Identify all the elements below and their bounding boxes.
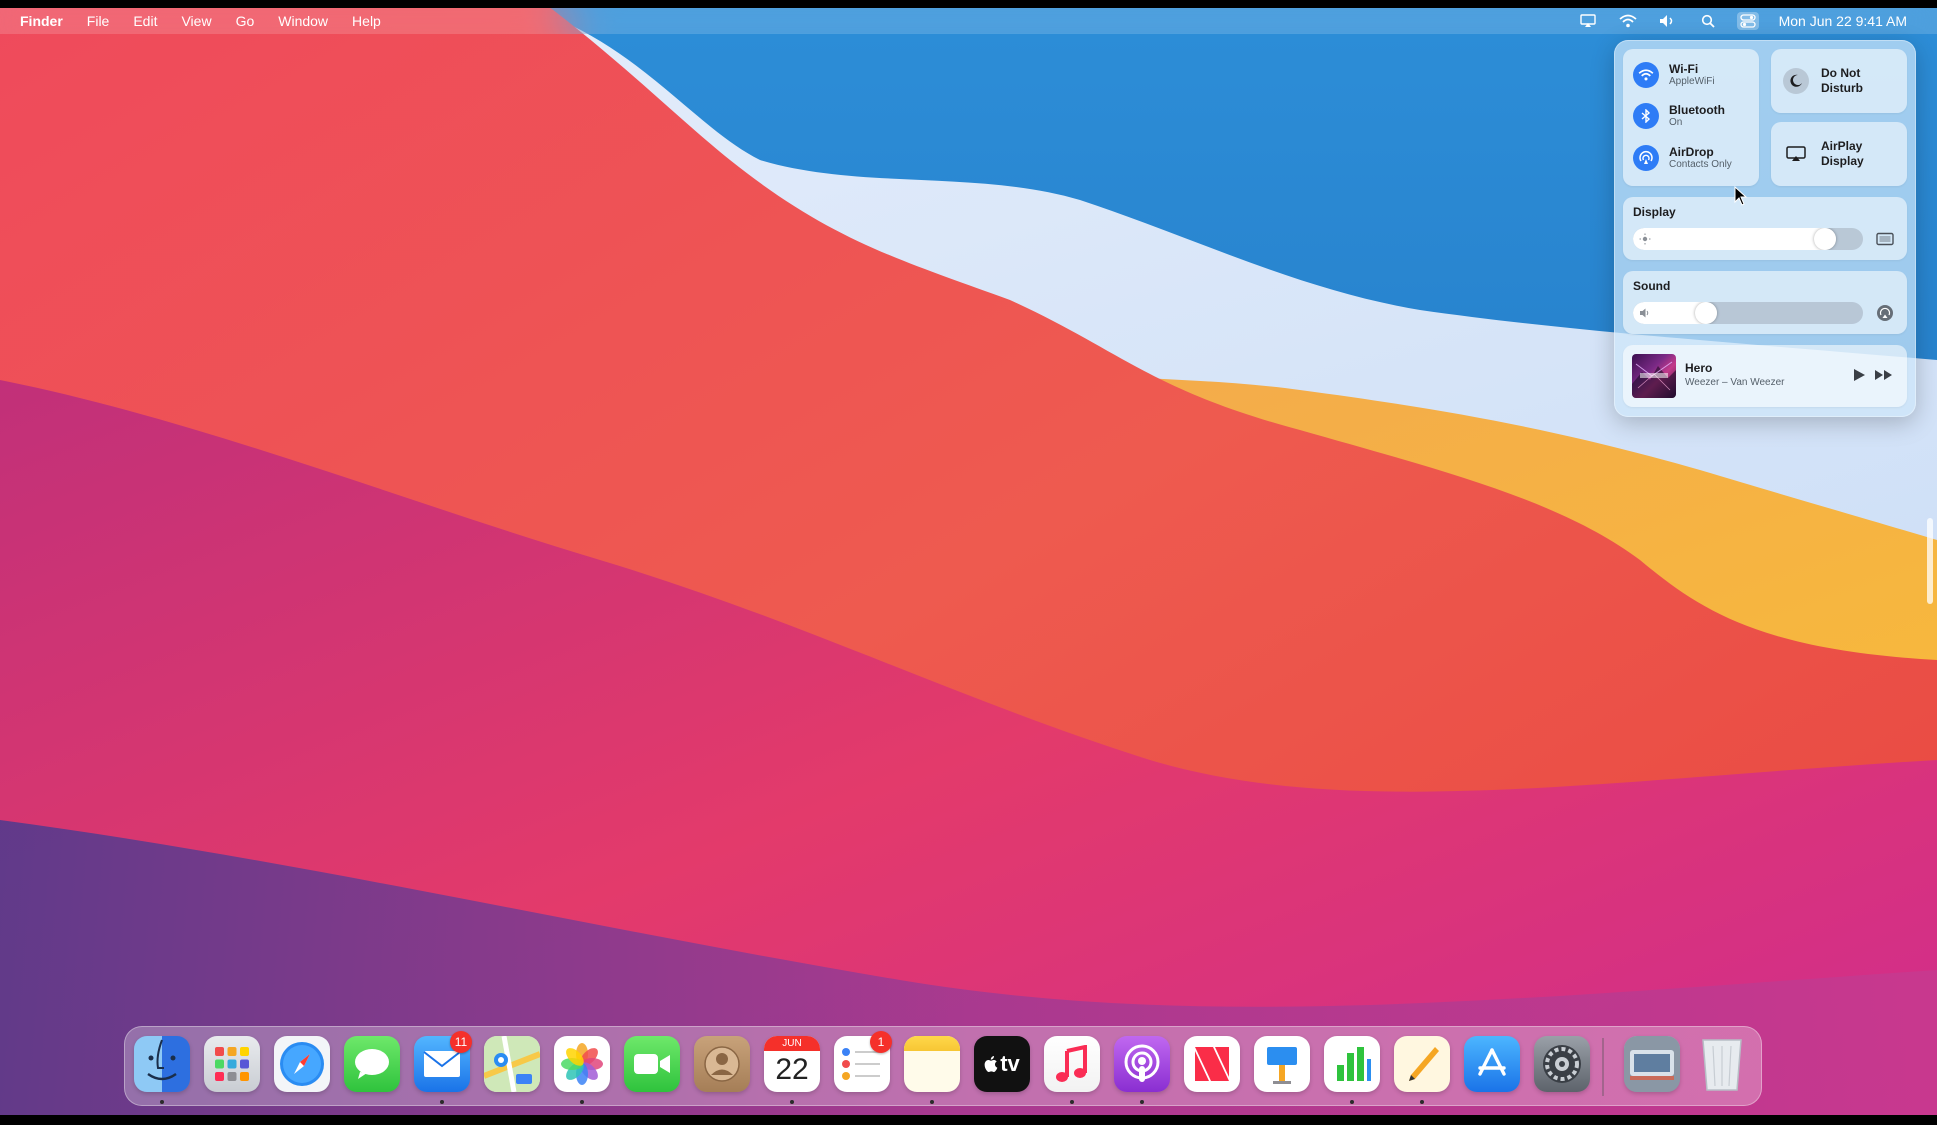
- screen-bottom-edge: [0, 1115, 1937, 1125]
- mail-badge: 11: [450, 1031, 472, 1053]
- dock-divider: [1602, 1038, 1604, 1096]
- running-indicator-podcasts: [1140, 1100, 1144, 1104]
- system-preferences-icon[interactable]: [1534, 1036, 1590, 1092]
- control-center-icon[interactable]: [1736, 12, 1759, 30]
- running-indicator-calendar: [790, 1100, 794, 1104]
- wifi-toggle[interactable]: Wi-Fi AppleWiFi: [1633, 62, 1715, 88]
- play-icon[interactable]: [1851, 367, 1867, 383]
- display-title: Display: [1633, 205, 1676, 219]
- display-tile: Display: [1623, 197, 1907, 260]
- safari-icon[interactable]: [274, 1036, 330, 1092]
- apple-logo-icon: [984, 1056, 998, 1072]
- sound-title: Sound: [1633, 279, 1671, 293]
- sound-tile: Sound: [1623, 271, 1907, 334]
- running-indicator-mail: [440, 1100, 444, 1104]
- brightness-slider[interactable]: [1633, 228, 1863, 250]
- trash-icon[interactable]: [1694, 1036, 1750, 1092]
- tv-icon[interactable]: tv: [974, 1036, 1030, 1092]
- running-indicator-music: [1070, 1100, 1074, 1104]
- music-icon[interactable]: [1044, 1036, 1100, 1092]
- running-indicator-pages: [1420, 1100, 1424, 1104]
- reminders-badge: 1: [870, 1031, 892, 1053]
- menu-bar: Finder File Edit View Go Window Help Mon…: [0, 8, 1937, 34]
- volume-slider[interactable]: [1633, 302, 1863, 324]
- bluetooth-toggle[interactable]: Bluetooth On: [1633, 103, 1725, 129]
- airplay-display-label: AirPlay Display: [1821, 139, 1864, 168]
- menu-clock[interactable]: Mon Jun 22 9:41 AM: [1779, 13, 1907, 29]
- app-store-icon[interactable]: [1464, 1036, 1520, 1092]
- menu-app-finder[interactable]: Finder: [20, 13, 63, 29]
- calendar-day: 22: [775, 1053, 809, 1086]
- network-tile: Wi-Fi AppleWiFi Bluetooth On AirDrop Con…: [1623, 49, 1759, 186]
- control-center-panel: Wi-Fi AppleWiFi Bluetooth On AirDrop Con…: [1614, 40, 1916, 417]
- calendar-icon[interactable]: JUN 22: [764, 1036, 820, 1092]
- podcasts-icon[interactable]: [1114, 1036, 1170, 1092]
- pages-icon[interactable]: [1394, 1036, 1450, 1092]
- do-not-disturb-label: Do Not Disturb: [1821, 66, 1863, 95]
- photos-icon[interactable]: [554, 1036, 610, 1092]
- dock: 11 JUN 22 1 tv: [124, 1026, 1762, 1106]
- running-indicator-notes: [930, 1100, 934, 1104]
- airdrop-toggle[interactable]: AirDrop Contacts Only: [1633, 145, 1732, 171]
- brightness-fill: [1633, 228, 1836, 250]
- notes-header-stripe: [904, 1036, 960, 1051]
- keynote-icon[interactable]: [1254, 1036, 1310, 1092]
- finder-icon[interactable]: [134, 1036, 190, 1092]
- contacts-icon[interactable]: [694, 1036, 750, 1092]
- running-indicator-finder: [160, 1100, 164, 1104]
- song-artist: Weezer – Van Weezer: [1685, 377, 1785, 388]
- menu-file[interactable]: File: [87, 13, 110, 29]
- brightness-knob[interactable]: [1814, 228, 1836, 250]
- screen-mirroring-icon: [1783, 141, 1809, 167]
- wifi-icon: [1633, 62, 1659, 88]
- airdrop-icon: [1633, 145, 1659, 171]
- launchpad-icon[interactable]: [204, 1036, 260, 1092]
- menu-window[interactable]: Window: [278, 13, 328, 29]
- mouse-pointer-icon: [1734, 186, 1748, 206]
- volume-icon[interactable]: [1657, 12, 1679, 30]
- airdrop-title: AirDrop: [1669, 145, 1714, 159]
- fast-forward-icon[interactable]: [1874, 367, 1894, 383]
- now-playing-tile[interactable]: Hero Weezer – Van Weezer: [1623, 345, 1907, 407]
- sound-output-airplay-icon[interactable]: [1875, 303, 1895, 323]
- calendar-month: JUN: [764, 1036, 820, 1051]
- news-icon[interactable]: [1184, 1036, 1240, 1092]
- messages-icon[interactable]: [344, 1036, 400, 1092]
- airplay-display-tile[interactable]: AirPlay Display: [1771, 122, 1907, 186]
- menu-go[interactable]: Go: [236, 13, 255, 29]
- notes-icon[interactable]: [904, 1036, 960, 1092]
- spotlight-search-icon[interactable]: [1697, 12, 1719, 30]
- airdrop-status: Contacts Only: [1669, 159, 1732, 170]
- numbers-icon[interactable]: [1324, 1036, 1380, 1092]
- downloads-stack-icon[interactable]: [1624, 1036, 1680, 1092]
- menu-help[interactable]: Help: [352, 13, 381, 29]
- album-art: [1632, 354, 1676, 398]
- wifi-title: Wi-Fi: [1669, 62, 1699, 76]
- do-not-disturb-tile[interactable]: Do Not Disturb: [1771, 49, 1907, 113]
- sun-icon: [1639, 233, 1651, 245]
- speaker-icon: [1640, 308, 1649, 318]
- maps-icon[interactable]: [484, 1036, 540, 1092]
- bluetooth-status: On: [1669, 117, 1683, 128]
- menu-edit[interactable]: Edit: [133, 13, 157, 29]
- airplay-icon[interactable]: [1577, 12, 1599, 30]
- facetime-icon[interactable]: [624, 1036, 680, 1092]
- song-title: Hero: [1685, 361, 1713, 375]
- display-settings-icon[interactable]: [1875, 229, 1895, 249]
- tv-label: tv: [1000, 1051, 1020, 1076]
- bluetooth-icon: [1633, 103, 1659, 129]
- moon-icon: [1783, 68, 1809, 94]
- bluetooth-title: Bluetooth: [1669, 103, 1725, 117]
- volume-knob[interactable]: [1695, 302, 1717, 324]
- running-indicator-photos: [580, 1100, 584, 1104]
- wifi-network: AppleWiFi: [1669, 76, 1715, 87]
- wifi-icon[interactable]: [1617, 12, 1639, 30]
- scroll-indicator[interactable]: [1927, 518, 1933, 604]
- menu-view[interactable]: View: [181, 13, 211, 29]
- running-indicator-numbers: [1350, 1100, 1354, 1104]
